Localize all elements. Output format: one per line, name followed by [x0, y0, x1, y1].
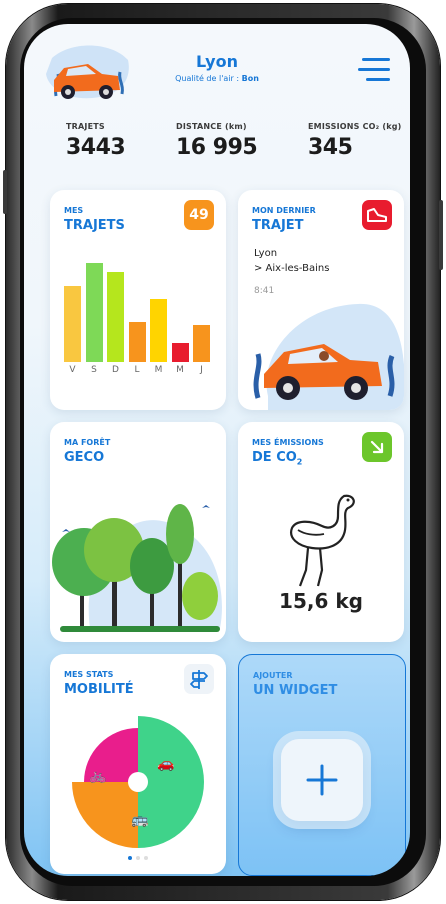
car-driver-illustration — [253, 303, 404, 410]
emissions-title-line2-text: DE CO — [252, 450, 297, 465]
add-widget-card[interactable]: AJOUTER UN WIDGET — [238, 654, 406, 876]
trips-card-title-line1: MES — [64, 206, 84, 215]
forest-card[interactable]: MA FORÊT GECO — [50, 422, 226, 642]
air-quality: Qualité de l'air : Bon — [24, 74, 410, 83]
app-screen: Lyon Qualité de l'air : Bon TRAJETS 3443… — [24, 24, 410, 876]
ostrich-icon — [290, 494, 355, 587]
mobility-title-line1: MES STATS — [64, 670, 114, 679]
stat-distance-value: 16 995 — [176, 135, 258, 160]
emissions-title-line1: MES ÉMISSIONS — [252, 438, 324, 447]
stat-trips-label: TRAJETS — [66, 122, 105, 131]
last-trip-card[interactable]: MON DERNIER TRAJET Lyon > Aix-les-Bains … — [238, 190, 404, 410]
trip-bar — [128, 321, 146, 362]
air-quality-label: Qualité de l'air : — [175, 74, 242, 83]
day-label: D — [112, 365, 119, 375]
trip-bar — [85, 263, 103, 362]
mobility-title-line2: MOBILITÉ — [64, 682, 134, 697]
stat-emissions: EMISSIONS CO₂ (kg) 345 — [308, 122, 402, 160]
forest-illustration — [52, 504, 222, 632]
bike-icon: 🚲 — [89, 768, 106, 784]
trips-bar-chart — [64, 250, 212, 362]
add-widget-title-line2: UN WIDGET — [253, 683, 338, 698]
shoe-icon[interactable] — [362, 200, 392, 230]
page-dot-active[interactable] — [128, 856, 132, 860]
trip-destination: > Aix-les-Bains — [254, 263, 330, 274]
trips-count-badge[interactable]: 49 — [184, 200, 214, 230]
pie-slice-car — [72, 782, 138, 848]
stat-trips-value: 3443 — [66, 135, 126, 160]
page-dot[interactable] — [136, 856, 140, 860]
car-icon: 🚗 — [157, 756, 174, 772]
bus-icon: 🚌 — [131, 812, 149, 828]
trip-bar — [150, 299, 167, 362]
stat-trips: TRAJETS 3443 — [66, 122, 126, 160]
trip-bar — [171, 342, 189, 362]
pagination-dots — [50, 845, 226, 864]
trip-origin: Lyon — [254, 248, 278, 259]
forest-title-line2: GECO — [64, 450, 105, 465]
day-label: M — [176, 365, 184, 375]
mobility-card[interactable]: MES STATS MOBILITÉ 🚲 🚗 🚌 — [50, 654, 226, 874]
stat-emissions-value: 345 — [308, 135, 353, 160]
city-name: Lyon — [196, 52, 238, 71]
trip-bar — [64, 285, 81, 362]
emissions-card[interactable]: MES ÉMISSIONS DE CO2 15,6 kg — [238, 422, 404, 642]
last-trip-title-line2: TRAJET — [252, 218, 304, 233]
stat-distance: DISTANCE (km) 16 995 — [176, 122, 258, 160]
trip-bar — [193, 325, 210, 362]
menu-icon[interactable] — [358, 56, 390, 84]
mobility-pie-chart: 🚲 🚗 🚌 — [72, 716, 204, 848]
add-widget-button[interactable] — [281, 739, 363, 821]
power-button — [439, 200, 443, 270]
volume-button — [3, 170, 7, 214]
stat-distance-label: DISTANCE (km) — [176, 122, 247, 131]
emissions-value: 15,6 kg — [279, 589, 363, 613]
day-label: L — [134, 365, 140, 375]
page-dot[interactable] — [144, 856, 148, 860]
forest-title-line1: MA FORÊT — [64, 438, 111, 447]
trip-bar — [107, 272, 124, 362]
trips-card[interactable]: MES TRAJETS 49 V S D L M M J — [50, 190, 226, 410]
air-quality-value: Bon — [241, 74, 259, 83]
day-label: M — [154, 365, 163, 375]
signpost-icon[interactable] — [184, 664, 214, 694]
emissions-title-line2: DE CO2 — [252, 450, 302, 467]
trips-card-title-line2: TRAJETS — [64, 218, 125, 233]
day-label: S — [91, 365, 97, 375]
last-trip-title-line1: MON DERNIER — [252, 206, 316, 215]
day-label: J — [200, 365, 203, 375]
emissions-title-subscript: 2 — [296, 457, 303, 467]
arrow-down-right-icon[interactable] — [362, 432, 392, 462]
day-label: V — [69, 365, 76, 375]
plus-icon — [306, 764, 338, 796]
stat-emissions-label: EMISSIONS CO₂ (kg) — [308, 122, 402, 131]
add-widget-title-line1: AJOUTER — [253, 671, 293, 680]
